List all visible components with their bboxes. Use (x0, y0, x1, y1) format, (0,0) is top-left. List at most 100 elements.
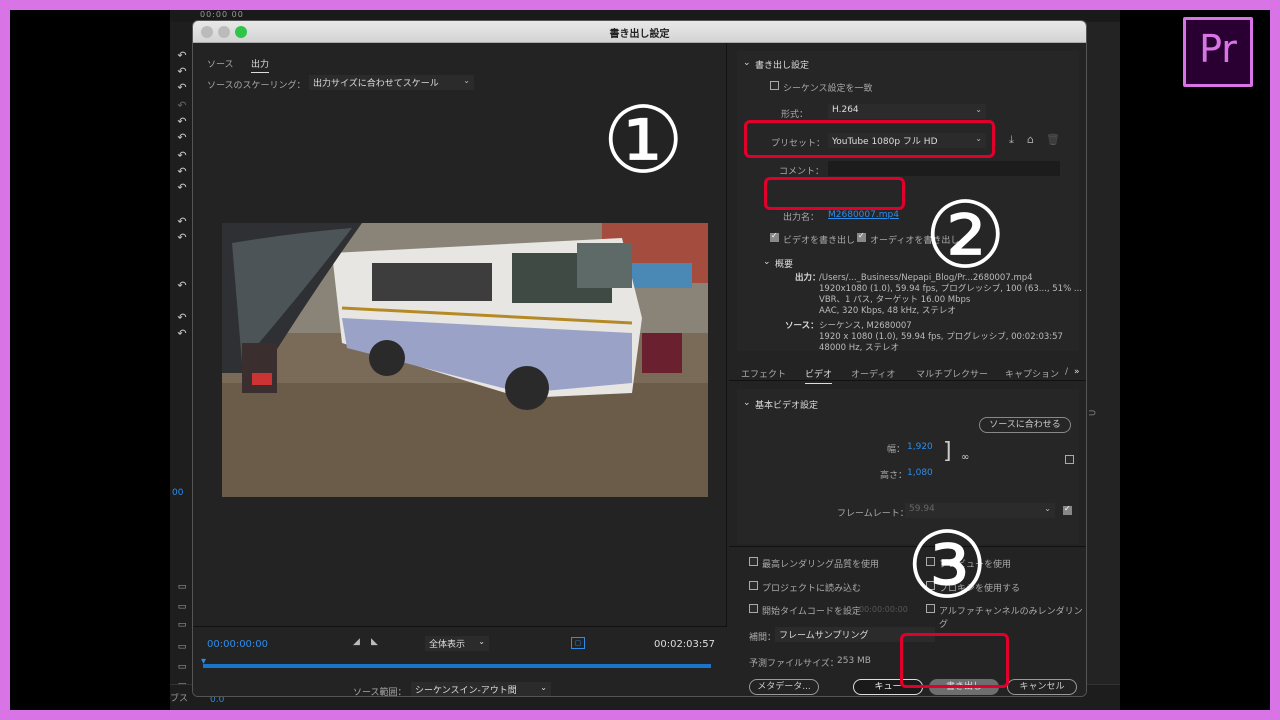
screenshot-frame: 00:00 00 ↶ ↶ ↶ ↶ ↶ ↶ ↶ ↶ ↶ ↶ ↶ ↶ ↶ ↶ ▭ ▭… (10, 10, 1270, 710)
interpolation-value: フレームサンプリング (779, 631, 869, 641)
undo-icon[interactable]: ↶ (176, 182, 188, 194)
output-name-highlight-box (764, 177, 905, 210)
background-blue-mark: 00 (172, 488, 184, 498)
tab-multiplexer[interactable]: マルチプレクサー (916, 367, 988, 380)
step-1-marker: ① (602, 87, 685, 194)
estimated-size-label: 予測ファイルサイズ： (749, 659, 839, 669)
zoom-dropdown[interactable]: 全体表示 ⌄ (425, 636, 489, 651)
tab-effects[interactable]: エフェクト (741, 367, 786, 380)
undo-icon: ↶ (177, 99, 187, 112)
more-tabs-icon[interactable]: » (1074, 367, 1080, 377)
link-chain-icon[interactable]: ∞ (961, 452, 969, 463)
summary-output-line: VBR、1 パス, ターゲット 16.00 Mbps (819, 295, 971, 305)
interpolation-label: 補間： (749, 633, 777, 643)
height-label: 高さ： (880, 471, 908, 481)
scaling-dropdown-value: 出力サイズに合わせてスケール (313, 79, 439, 89)
step-3-marker: ③ (906, 512, 989, 619)
collapse-chevron-icon[interactable]: ⌄ (743, 398, 751, 408)
crop-icon[interactable]: ▢ (571, 637, 585, 649)
window-title: 書き出し設定 (609, 29, 670, 40)
width-label: 幅： (887, 445, 906, 455)
framerate-label: フレームレート： (837, 509, 909, 519)
chevron-down-icon: ⌄ (1044, 504, 1051, 513)
set-start-timecode-checkbox[interactable] (749, 604, 758, 613)
undo-icon[interactable]: ↶ (176, 116, 188, 128)
undo-icon[interactable]: ↶ (176, 280, 188, 292)
summary-output-line: AAC, 320 Kbps, 48 kHz, ステレオ (819, 306, 956, 316)
undo-icon[interactable]: ↶ (176, 232, 188, 244)
undo-icon[interactable]: ↶ (176, 328, 188, 340)
video-preview-image (222, 223, 708, 497)
mark-out-icon[interactable]: ◣ (371, 637, 378, 647)
source-range-label: ソース範囲： (353, 688, 407, 697)
source-range-dropdown[interactable]: シーケンスイン-アウト間 ⌄ (411, 682, 551, 696)
clip-icon[interactable]: ▭ (174, 642, 190, 652)
cancel-button[interactable]: キャンセル (1007, 679, 1077, 695)
match-sequence-checkbox[interactable] (770, 81, 779, 90)
undo-icon[interactable]: ↶ (176, 132, 188, 144)
summary-output-label: 出力： (795, 273, 821, 283)
match-sequence-label: シーケンス設定を一致 (783, 84, 873, 94)
save-preset-icon[interactable]: ⤓ (1009, 133, 1014, 147)
bus-street-photo (222, 223, 708, 497)
scaling-dropdown[interactable]: 出力サイズに合わせてスケール ⌄ (309, 75, 474, 90)
custom-size-checkbox[interactable] (1065, 455, 1074, 464)
preset-highlight-box (744, 120, 995, 158)
chevron-down-icon: ⌄ (463, 76, 470, 85)
tab-overflow[interactable]: / (1065, 367, 1068, 377)
collapse-chevron-icon[interactable]: ⌄ (743, 58, 751, 68)
summary-source-line: 48000 Hz, ステレオ (819, 343, 899, 353)
undo-icon[interactable]: ↶ (176, 66, 188, 78)
undo-icon[interactable]: ↶ (176, 82, 188, 94)
metadata-button[interactable]: メタデータ... (749, 679, 819, 695)
start-timecode-value[interactable]: 00:00:00:00 (859, 605, 908, 614)
set-start-timecode-label: 開始タイムコードを設定 (762, 607, 861, 617)
format-label: 形式： (781, 110, 809, 120)
clip-icon[interactable]: ▭ (174, 620, 190, 630)
undo-icon[interactable]: ↶ (176, 50, 188, 62)
bracket-icon: ] (943, 439, 952, 464)
export-settings-title: 書き出し設定 (755, 61, 810, 71)
tab-video[interactable]: ビデオ (805, 367, 833, 384)
clip-icon[interactable]: ▭ (174, 602, 190, 612)
clip-icon[interactable]: ▭ (174, 662, 190, 672)
chevron-down-icon: ⌄ (975, 105, 982, 114)
clip-icon[interactable]: ▭ (174, 582, 190, 592)
summary-source-label: ソース： (785, 321, 819, 331)
tab-captions[interactable]: キャプション (1005, 367, 1059, 380)
undo-icon[interactable]: ↶ (176, 216, 188, 228)
import-into-project-checkbox[interactable] (749, 581, 758, 590)
framerate-match-checkbox[interactable] (1063, 504, 1072, 515)
collapse-chevron-icon[interactable]: ⌄ (763, 257, 771, 267)
comment-field[interactable] (828, 161, 1060, 176)
undo-icon[interactable]: ↶ (176, 312, 188, 324)
export-video-checkbox[interactable] (770, 231, 779, 242)
background-timecode: 00:00 00 (200, 10, 244, 19)
background-tools-column: ↶ ↶ ↶ ↶ ↶ ↶ ↶ ↶ ↶ ↶ ↶ ↶ ↶ ↶ ▭ ▭ ▭ ▭ ▭ ▭ (170, 22, 194, 710)
output-name-label: 出力名： (783, 213, 820, 223)
format-dropdown[interactable]: H.264 ⌄ (828, 104, 986, 119)
export-audio-checkbox[interactable] (857, 231, 866, 242)
format-value: H.264 (832, 105, 859, 115)
width-value[interactable]: 1,920 (907, 442, 933, 452)
source-range-value: シーケンスイン-アウト間 (415, 686, 517, 696)
output-name-link[interactable]: M2680007.mp4 (828, 210, 899, 220)
chevron-down-icon: ⌄ (478, 637, 485, 646)
max-render-quality-checkbox[interactable] (749, 557, 758, 566)
height-value[interactable]: 1,080 (907, 468, 933, 478)
background-edge-icon: ⊃ (1088, 408, 1097, 419)
scaling-label: ソースのスケーリング： (207, 81, 306, 91)
match-source-button[interactable]: ソースに合わせる (979, 417, 1071, 433)
timeline-scrubber[interactable] (203, 664, 711, 668)
preview-timeline: 00:00:00:00 ◢ ◣ 全体表示 ⌄ ▢ 00:02:03:57 ▾ ソ… (193, 626, 727, 697)
delete-preset-icon[interactable]: 🗑 (1046, 133, 1060, 146)
undo-icon[interactable]: ↶ (176, 150, 188, 162)
tab-output[interactable]: 出力 (251, 57, 270, 73)
import-preset-icon[interactable]: ⌂ (1027, 133, 1034, 146)
tab-audio[interactable]: オーディオ (851, 367, 895, 380)
tab-source[interactable]: ソース (207, 57, 234, 70)
undo-icon[interactable]: ↶ (176, 166, 188, 178)
mark-in-icon[interactable]: ◢ (353, 637, 360, 647)
current-timecode[interactable]: 00:00:00:00 (207, 639, 268, 650)
summary-source-line: シーケンス, M2680007 (819, 321, 912, 331)
